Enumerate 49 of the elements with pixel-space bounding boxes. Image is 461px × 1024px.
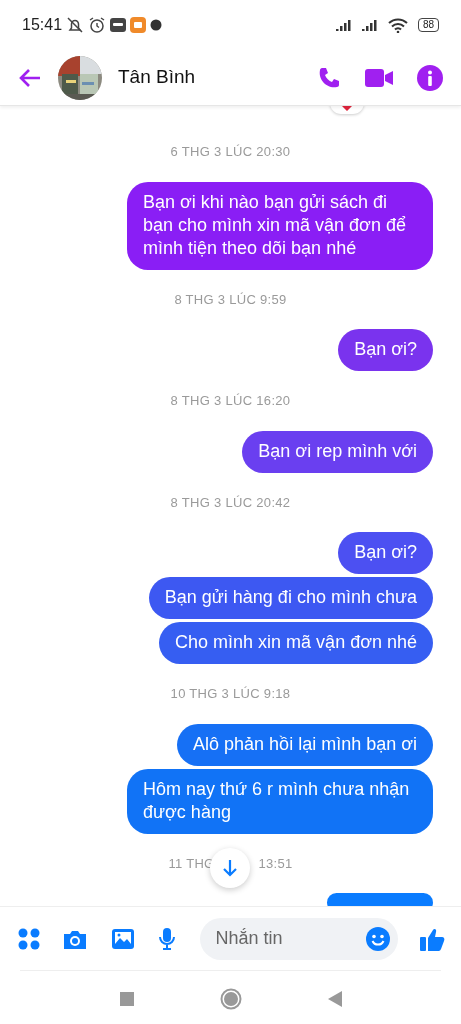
info-button[interactable] [417, 64, 443, 91]
phone-icon [317, 65, 341, 90]
timestamp: 8 THG 3 LÚC 16:20 [169, 392, 292, 410]
smiley-icon [365, 926, 390, 951]
back-arrow-icon [18, 68, 42, 89]
circle-icon [219, 988, 242, 1011]
message-bubble: Bạn ơi? [338, 532, 433, 574]
message-bubble: Bạn gửi hàng đi cho mình chưa [148, 577, 433, 619]
timestamp: 13:51 [258, 854, 293, 873]
message-field[interactable]: Nhắn tin [199, 917, 398, 960]
message-input[interactable]: Nhắn tin [213, 924, 354, 953]
gallery-button[interactable] [110, 926, 135, 951]
timestamp: 10 THG 3 LÚC 9:18 [169, 685, 292, 703]
contact-name: Tân Bình [118, 65, 197, 90]
emoji-button[interactable] [365, 926, 390, 951]
signal-icon [335, 18, 354, 32]
scroll-down-button[interactable] [210, 847, 250, 888]
app-icon [130, 17, 147, 33]
signal-icon [361, 18, 380, 32]
message-bubble: Bạn ơi khi nào bạn gửi sách đi bạn cho mình xin mã vận đơn để mình tiện theo dõi bạn nhé [127, 181, 433, 270]
muted-bell-icon [66, 16, 85, 34]
info-icon [417, 64, 443, 91]
gallery-icon [110, 928, 135, 951]
square-icon [119, 992, 134, 1007]
apps-button[interactable] [18, 926, 40, 951]
status-time: 15:41 [22, 15, 63, 35]
alarm-icon [88, 16, 107, 34]
message-bubble: Alô phản hồi lại mình bạn ơi [177, 723, 433, 766]
chat-app-icon [110, 18, 127, 32]
microphone-button[interactable] [157, 926, 178, 951]
like-icon [419, 926, 445, 952]
triangle-icon [327, 991, 342, 1008]
timestamp: 6 THG 3 LÚC 20:30 [169, 143, 292, 161]
notification-dot-icon [150, 19, 163, 31]
camera-icon [62, 928, 89, 951]
message-bubble: Bạn ơi rep mình với [242, 430, 433, 473]
timestamp: 8 THG 3 LÚC 20:42 [169, 493, 292, 512]
message-bubble: Bạn ơi? [338, 329, 433, 371]
microphone-icon [157, 926, 178, 951]
call-button[interactable] [317, 65, 341, 90]
video-camera-icon [365, 68, 393, 89]
down-arrow-icon [222, 858, 238, 877]
wifi-icon [387, 17, 408, 33]
home-button[interactable] [219, 986, 242, 1011]
message-bubble: Hôm nay thứ 6 r mình chưa nhận được hàng [127, 768, 433, 834]
message-bubble: Cho mình xin mã vận đơn nhé [159, 622, 433, 664]
apps-icon [18, 928, 40, 951]
timestamp: 8 THG 3 LÚC 9:59 [173, 290, 288, 309]
battery-indicator: 88 [417, 18, 439, 32]
